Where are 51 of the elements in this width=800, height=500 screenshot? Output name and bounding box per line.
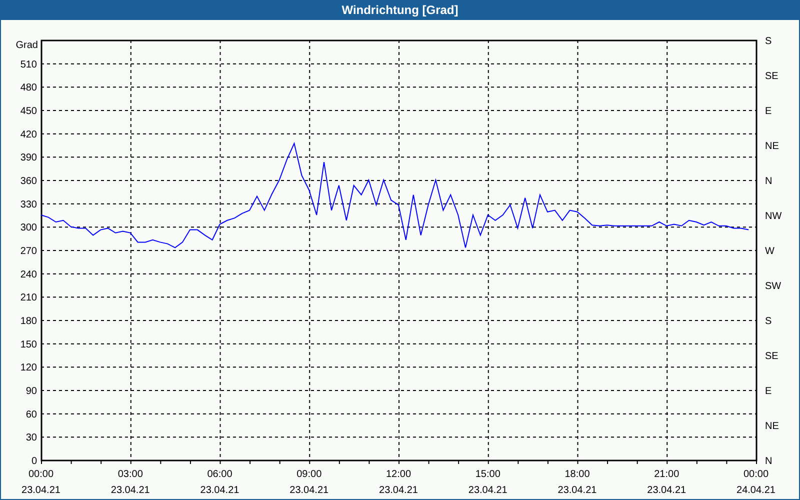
y-tick-label: 120: [20, 362, 37, 374]
y-tick-label: 390: [20, 152, 37, 164]
compass-tick-label: W: [765, 246, 774, 257]
y-tick-label: 510: [20, 59, 37, 70]
y-tick-label: 180: [20, 316, 37, 327]
window-title: Windrichtung [Grad]: [340, 2, 460, 19]
compass-tick-label: S: [765, 316, 772, 327]
y-tick-label: 210: [20, 292, 37, 304]
time-tick-label: 12:00: [386, 469, 412, 480]
compass-tick-label: S: [765, 36, 772, 47]
time-tick-label: 03:00: [118, 469, 143, 480]
compass-tick-label: SE: [765, 71, 778, 82]
date-tick-label: 23.04.21: [290, 485, 329, 496]
date-tick-label: 23.04.21: [647, 485, 686, 496]
y-axis-label: Grad: [16, 40, 38, 51]
y-tick-label: 0: [31, 456, 37, 467]
y-tick-label: 450: [20, 106, 37, 117]
y-tick-label: 420: [20, 129, 37, 140]
date-tick-label: 23.04.21: [468, 485, 508, 496]
time-tick-label: 21:00: [654, 469, 680, 480]
y-tick-label: 330: [20, 199, 37, 210]
date-tick-label: 23.04.21: [22, 485, 60, 496]
y-tick-label: 60: [26, 409, 37, 420]
date-tick-label: 23.04.21: [379, 485, 418, 496]
y-tick-label: 240: [20, 269, 37, 280]
date-tick-label: 23.04.21: [110, 485, 150, 496]
y-tick-label: 480: [20, 82, 37, 94]
y-tick-label: 360: [20, 176, 37, 187]
time-tick-label: 06:00: [207, 469, 232, 480]
y-tick-label: 300: [20, 222, 37, 234]
y-tick-label: 150: [20, 339, 37, 350]
date-tick-label: 24.04.21: [736, 485, 776, 496]
date-tick-label: 23.04.21: [200, 485, 240, 496]
compass-tick-label: NW: [765, 211, 782, 222]
time-tick-label: 00:00: [28, 469, 54, 480]
compass-tick-label: SW: [765, 281, 782, 292]
y-tick-label: 90: [26, 386, 37, 397]
time-tick-label: 15:00: [475, 469, 500, 480]
time-tick-label: 09:00: [296, 469, 322, 480]
compass-tick-label: E: [765, 106, 772, 117]
compass-tick-label: E: [765, 386, 772, 397]
y-tick-label: 270: [20, 246, 37, 257]
compass-tick-label: NE: [765, 421, 779, 432]
compass-tick-label: NE: [765, 141, 779, 152]
time-tick-label: 00:00: [743, 469, 769, 480]
y-tick-label: 30: [26, 432, 37, 444]
compass-tick-label: N: [765, 176, 772, 187]
date-tick-label: 23.04.21: [558, 485, 597, 496]
compass-tick-label: N: [765, 456, 772, 467]
compass-tick-label: SE: [765, 351, 778, 362]
time-tick-label: 18:00: [564, 469, 590, 480]
